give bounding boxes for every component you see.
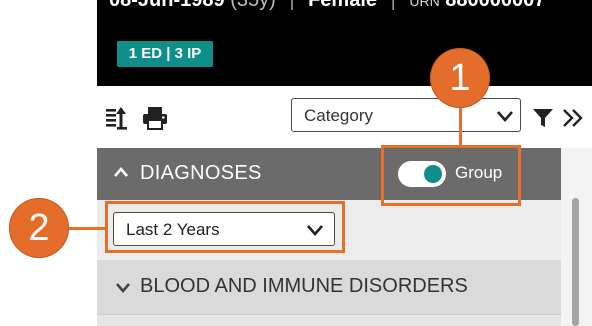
category-select-value: Category	[304, 106, 373, 125]
sort-upload-icon[interactable]	[103, 104, 131, 132]
subsection-title: BLOOD AND IMMUNE DISORDERS	[140, 275, 468, 297]
patient-demographics: 08-Jun-1989 (35y) | Female | URN 8800000…	[109, 0, 545, 12]
blood-immune-disorders-row[interactable]: BLOOD AND IMMUNE DISORDERS	[97, 260, 561, 314]
separator: |	[390, 0, 396, 11]
callout-2-badge: 2	[9, 198, 69, 258]
diagnoses-title: DIAGNOSES	[140, 162, 262, 184]
scrollbar-thumb[interactable]	[572, 198, 579, 326]
callout-1-leader	[459, 104, 462, 146]
separator: |	[289, 0, 295, 11]
chevron-down-icon	[497, 111, 513, 122]
filter-icon[interactable]	[529, 104, 557, 132]
category-select[interactable]: Category	[291, 98, 521, 132]
patient-dob: 08-Jun-1989	[109, 0, 225, 11]
printer-icon[interactable]	[141, 104, 169, 132]
patient-age: (35y)	[230, 0, 276, 11]
callout-1-badge: 1	[430, 48, 490, 108]
toolbar: Category	[97, 86, 592, 148]
chevron-down-icon	[116, 283, 130, 293]
scrollbar-track	[561, 148, 592, 326]
callout-1-highlight	[381, 145, 521, 206]
chevron-up-icon	[114, 167, 128, 177]
patient-banner: 08-Jun-1989 (35y) | Female | URN 8800000…	[97, 0, 592, 86]
callout-2-highlight	[105, 201, 345, 253]
encounter-count-badge[interactable]: 1 ED | 3 IP	[117, 41, 213, 67]
double-chevron-right-icon[interactable]	[559, 104, 587, 132]
divider	[97, 314, 561, 326]
patient-sex: Female	[308, 0, 378, 11]
urn-label: URN	[409, 0, 440, 9]
patient-urn: 880000007	[445, 0, 546, 11]
app-viewport: 08-Jun-1989 (35y) | Female | URN 8800000…	[0, 0, 592, 326]
